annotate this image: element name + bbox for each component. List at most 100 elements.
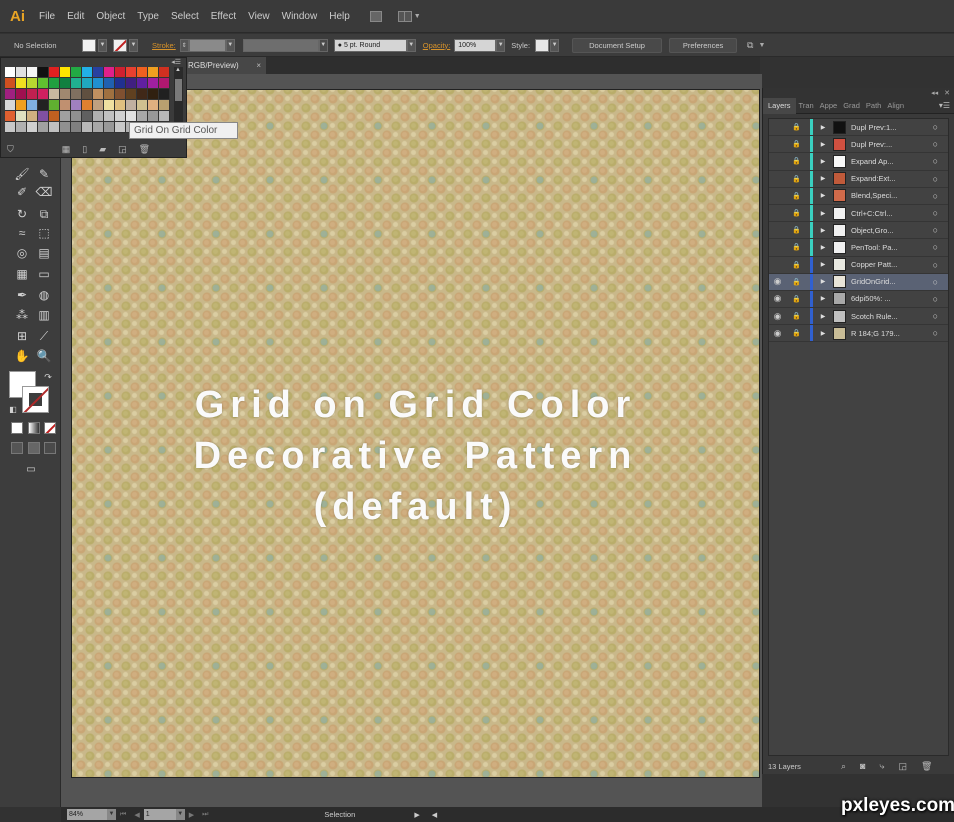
- swatch[interactable]: [82, 111, 93, 122]
- layer-name[interactable]: Blend,Speci...: [851, 191, 921, 200]
- lock-icon[interactable]: 🔒: [788, 329, 805, 337]
- variable-width-profile[interactable]: [242, 38, 319, 52]
- swatch[interactable]: [60, 100, 71, 111]
- opacity-label[interactable]: Opacity:: [423, 41, 451, 50]
- swatch[interactable]: [16, 89, 27, 100]
- panel-menu-icon[interactable]: ▾☰: [939, 101, 950, 110]
- swatch[interactable]: [148, 67, 159, 78]
- layer-name[interactable]: Copper Patt...: [851, 260, 921, 269]
- stroke-swatch[interactable]: [113, 38, 127, 52]
- layer-name[interactable]: Expand Ap...: [851, 157, 921, 166]
- lock-icon[interactable]: 🔒: [788, 175, 805, 183]
- swatch[interactable]: [71, 78, 82, 89]
- swatch[interactable]: [38, 78, 49, 89]
- swatch[interactable]: [71, 100, 82, 111]
- swatch[interactable]: [16, 111, 27, 122]
- tab-transparency[interactable]: Tran: [796, 98, 817, 114]
- layer-name[interactable]: 6dpi50%: ...: [851, 294, 921, 303]
- previous-artboard-icon[interactable]: ◀: [134, 811, 139, 819]
- scroll-thumb[interactable]: [175, 79, 182, 101]
- new-sublayer-icon[interactable]: ⤷: [879, 761, 884, 772]
- arrange-documents-icon[interactable]: [397, 10, 412, 22]
- swatch[interactable]: [115, 89, 126, 100]
- swatch[interactable]: [104, 100, 115, 111]
- blob-brush-tool-icon[interactable]: ✐: [14, 185, 30, 199]
- eyedropper-tool-icon[interactable]: ✒: [14, 288, 30, 302]
- swatch[interactable]: [5, 111, 16, 122]
- swatch[interactable]: [82, 89, 93, 100]
- swatch[interactable]: [49, 100, 60, 111]
- swatch[interactable]: [82, 122, 93, 133]
- chevron-down-icon[interactable]: ▼: [758, 42, 765, 49]
- last-artboard-icon[interactable]: ⏭: [202, 811, 208, 819]
- tab-gradient[interactable]: Grad: [840, 98, 863, 114]
- brush-dropdown[interactable]: ▼: [406, 38, 416, 52]
- lock-icon[interactable]: 🔒: [788, 278, 805, 286]
- target-circle-icon[interactable]: ○: [933, 191, 938, 201]
- swatch[interactable]: [148, 89, 159, 100]
- swatch[interactable]: [60, 67, 71, 78]
- tab-appearance[interactable]: Appe: [817, 98, 841, 114]
- swatch[interactable]: [126, 111, 137, 122]
- zoom-level-field[interactable]: 84%: [67, 809, 107, 820]
- delete-layer-icon[interactable]: 🗑: [921, 761, 932, 772]
- gradient-mode-icon[interactable]: [28, 422, 40, 434]
- swatch[interactable]: [82, 100, 93, 111]
- swatch[interactable]: [60, 89, 71, 100]
- free-transform-tool-icon[interactable]: ⬚: [36, 226, 52, 240]
- swatch[interactable]: [126, 100, 137, 111]
- close-icon[interactable]: ×: [256, 57, 261, 74]
- expand-triangle-icon[interactable]: ▶: [817, 330, 829, 337]
- pencil-tool-icon[interactable]: ✎: [36, 167, 52, 181]
- scroll-left-icon[interactable]: ◀: [432, 811, 437, 819]
- status-menu-icon[interactable]: ▶: [414, 811, 419, 819]
- swatch[interactable]: [5, 89, 16, 100]
- artboard-tool-icon[interactable]: ⊞: [14, 329, 30, 343]
- show-swatch-kinds-icon[interactable]: ▦: [62, 144, 71, 155]
- swatch[interactable]: [104, 111, 115, 122]
- visibility-eye-icon[interactable]: ◉: [769, 328, 786, 339]
- make-clipping-mask-icon[interactable]: ◙: [860, 761, 865, 771]
- swatch[interactable]: [16, 78, 27, 89]
- swatch[interactable]: [16, 122, 27, 133]
- gradient-tool-icon[interactable]: ▭: [36, 267, 52, 281]
- swatch[interactable]: [115, 67, 126, 78]
- swatch[interactable]: [115, 111, 126, 122]
- layer-row[interactable]: 🔒 ▶ Expand:Ext... ○: [769, 170, 948, 188]
- layer-name[interactable]: Scotch Rule...: [851, 312, 921, 321]
- graphic-style-swatch[interactable]: [535, 38, 550, 52]
- expand-triangle-icon[interactable]: ▶: [817, 175, 829, 182]
- draw-normal-icon[interactable]: [11, 442, 23, 454]
- preferences-button[interactable]: Preferences: [669, 37, 738, 53]
- lock-icon[interactable]: 🔒: [788, 243, 805, 251]
- visibility-eye-icon[interactable]: ◉: [769, 311, 786, 322]
- swatch[interactable]: [38, 111, 49, 122]
- opacity-field[interactable]: 100%: [454, 38, 497, 52]
- layer-row[interactable]: 🔒 ▶ Object,Gro... ○: [769, 222, 948, 240]
- next-artboard-icon[interactable]: ▶: [189, 811, 194, 819]
- layer-row[interactable]: 🔒 ▶ Blend,Speci... ○: [769, 187, 948, 205]
- swatch[interactable]: [115, 78, 126, 89]
- locate-object-icon[interactable]: ⌕: [841, 761, 846, 772]
- stroke-weight-field[interactable]: [188, 38, 226, 52]
- fill-dropdown[interactable]: ▼: [98, 38, 107, 52]
- default-colors-icon[interactable]: ◧: [5, 402, 21, 416]
- swatch[interactable]: [104, 122, 115, 133]
- target-circle-icon[interactable]: ○: [933, 328, 938, 338]
- eraser-tool-icon[interactable]: ⌫: [36, 185, 53, 199]
- swatch[interactable]: [49, 122, 60, 133]
- swatch[interactable]: [82, 67, 93, 78]
- layer-name[interactable]: GridOnGrid...: [851, 277, 921, 286]
- swatch[interactable]: [93, 122, 104, 133]
- swatch[interactable]: [16, 67, 27, 78]
- blend-tool-icon[interactable]: ◍: [36, 288, 52, 302]
- swatch[interactable]: [71, 122, 82, 133]
- delete-swatch-icon[interactable]: 🗑: [139, 144, 150, 155]
- swatch[interactable]: [104, 67, 115, 78]
- swatch[interactable]: [159, 111, 170, 122]
- new-layer-icon[interactable]: ◲: [898, 761, 907, 772]
- swatch[interactable]: [71, 67, 82, 78]
- swatch[interactable]: [93, 67, 104, 78]
- menu-file[interactable]: File: [39, 11, 55, 22]
- chevron-down-icon[interactable]: ▼: [414, 13, 421, 20]
